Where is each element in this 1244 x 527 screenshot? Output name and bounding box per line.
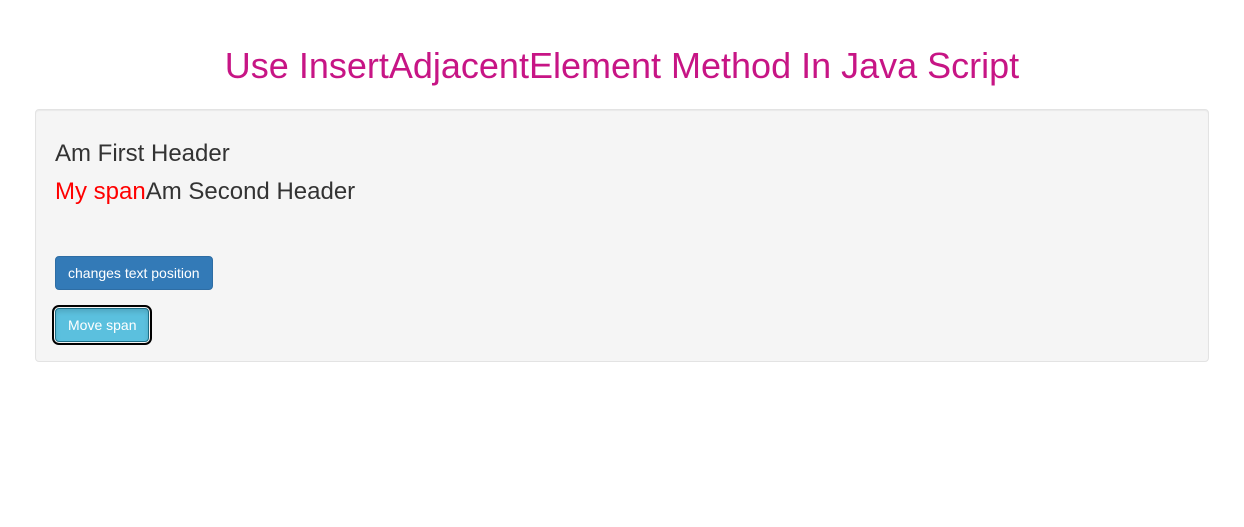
first-header: Am First Header <box>55 141 1189 167</box>
demo-well: Am First Header My spanAm Second Header … <box>35 109 1209 362</box>
my-span: My span <box>55 178 146 205</box>
move-span-button[interactable]: Move span <box>55 308 149 342</box>
second-header-text: Am Second Header <box>146 178 355 205</box>
page-title: Use InsertAdjacentElement Method In Java… <box>15 45 1229 87</box>
second-header: My spanAm Second Header <box>55 179 1189 205</box>
changes-text-position-button[interactable]: changes text position <box>55 256 213 290</box>
